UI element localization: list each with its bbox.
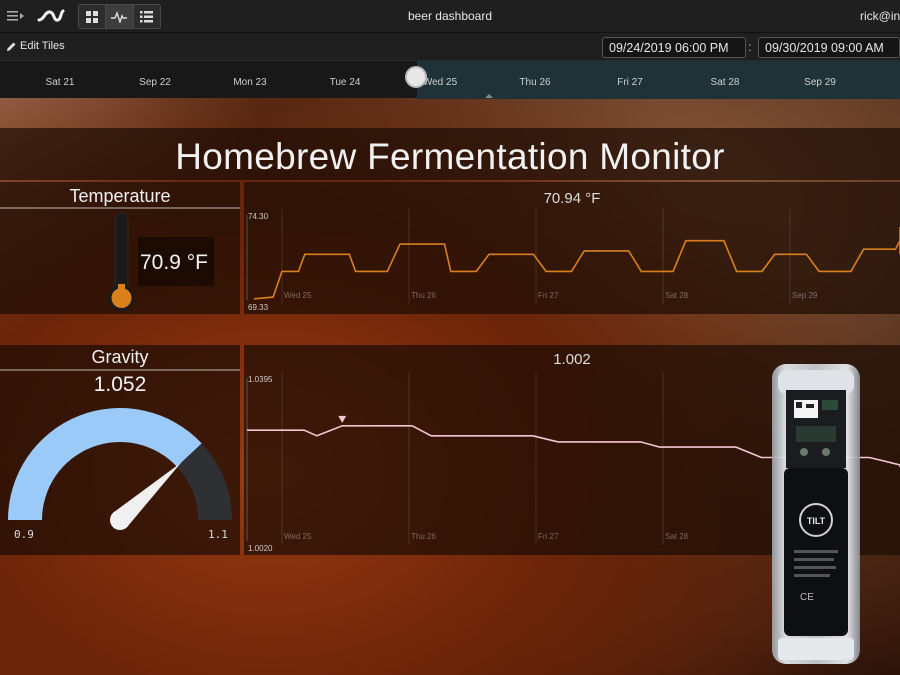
list-view-button[interactable]: [133, 5, 160, 28]
hamburger-expand-icon[interactable]: [7, 9, 25, 23]
view-switcher: [78, 4, 161, 29]
temperature-value: 70.9 °F: [140, 251, 208, 274]
temperature-chart-tile: 70.94 °F 74.30 69.33 Wed 25 Thu 26 Fri 27 Sat…: [244, 182, 900, 314]
x-tick-label: Sat 28: [665, 532, 689, 541]
timeline-label: Wed 25: [422, 77, 458, 88]
timeline-label: Thu 26: [519, 77, 551, 88]
timeline-scrubber[interactable]: Sat 21 Sep 22 Mon 23 Tue 24 Wed 25 Thu 26 Fri …: [0, 60, 900, 99]
x-tick-label: Wed 25: [284, 532, 312, 541]
timeline-label: Sat 28: [710, 77, 740, 88]
y-tick-label: 1.0395: [248, 375, 273, 384]
gravity-gauge: [8, 408, 232, 530]
y-tick-label: 74.30: [248, 212, 269, 221]
top-bar: beer dashboard rick@ini: [0, 0, 900, 33]
wave-logo-icon[interactable]: [36, 6, 66, 26]
timeline-label: Sep 22: [139, 77, 171, 88]
y-tick-label: 1.0020: [248, 544, 273, 553]
series-line: [253, 227, 900, 300]
timeline-label: Sep 29: [804, 77, 836, 88]
svg-text:TILT: TILT: [807, 516, 826, 526]
dashboard-title: Homebrew Fermentation Monitor: [175, 136, 725, 177]
gravity-value: 1.052: [93, 373, 147, 396]
caret-up-icon: [485, 94, 493, 98]
toolbar: Edit Tiles 09/24/2019 06:00 PM : 09/30/2…: [0, 33, 900, 60]
tilt-hydrometer-image: TILT CE: [772, 364, 860, 664]
timeline-label: Mon 23: [233, 77, 267, 88]
gravity-header: Gravity: [91, 347, 149, 367]
temperature-tile: Temperature 70.9 °F: [0, 182, 240, 314]
x-tick-label: Thu 26: [411, 532, 436, 541]
grid-view-icon: [86, 10, 99, 23]
pulse-view-button[interactable]: [106, 5, 134, 28]
list-view-icon: [140, 10, 154, 22]
start-date-input[interactable]: 09/24/2019 06:00 PM: [602, 37, 746, 58]
end-date-input[interactable]: 09/30/2019 09:00 AM: [758, 37, 900, 58]
x-tick-label: Fri 27: [538, 532, 559, 541]
y-tick-label: 69.33: [248, 303, 269, 312]
timeline-label: Sat 21: [45, 77, 75, 88]
timeline-label: Fri 27: [617, 77, 643, 88]
x-tick-label: Sat 28: [665, 291, 689, 300]
timeline-range-handle[interactable]: [405, 66, 427, 88]
date-separator: :: [748, 40, 752, 54]
x-tick-label: Sep 29: [792, 291, 818, 300]
gravity-tile: Gravity 1.052 0.9 1.1: [0, 345, 240, 555]
svg-text:CE: CE: [800, 592, 814, 603]
edit-tiles-button[interactable]: Edit Tiles: [6, 40, 65, 52]
edit-tiles-label: Edit Tiles: [20, 40, 65, 52]
timeline-label: Tue 24: [329, 77, 361, 88]
x-tick-label: Wed 25: [284, 291, 312, 300]
pulse-view-icon: [111, 10, 128, 23]
temperature-chart[interactable]: 74.30 69.33 Wed 25 Thu 26 Fri 27 Sat 28 Sep 29: [244, 182, 900, 314]
gauge-max-label: 1.1: [208, 528, 228, 541]
gauge-min-label: 0.9: [14, 528, 34, 541]
gauge-fill: [8, 408, 202, 520]
data-marker: [338, 415, 347, 423]
x-tick-label: Thu 26: [411, 291, 436, 300]
user-menu[interactable]: rick@ini: [860, 9, 900, 23]
x-tick-label: Fri 27: [538, 291, 559, 300]
temperature-readout: 70.9 °F: [138, 237, 214, 286]
thermometer-icon: [108, 212, 135, 311]
grid-view-button[interactable]: [79, 5, 107, 28]
temperature-header: Temperature: [69, 186, 171, 206]
pencil-icon: [7, 42, 16, 51]
gauge-needle-hub: [110, 510, 130, 530]
